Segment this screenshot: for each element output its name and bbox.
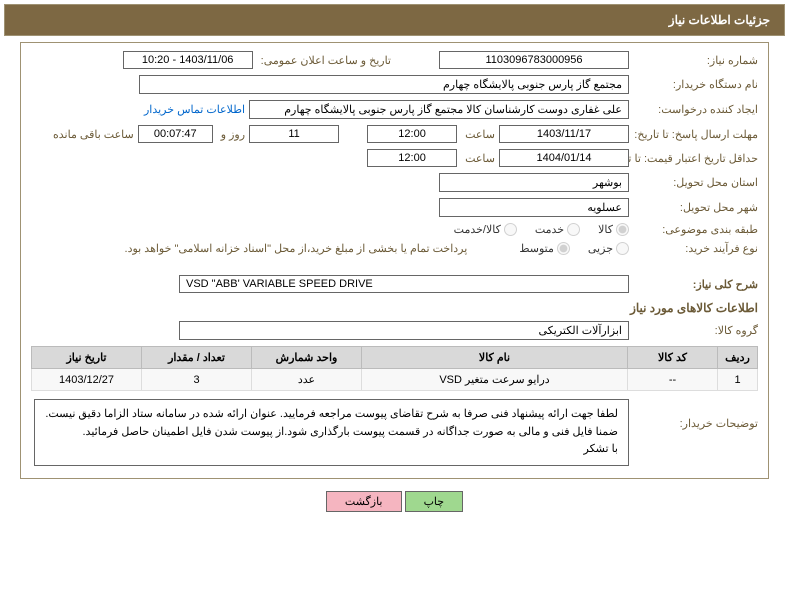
th-name: نام کالا <box>362 347 628 369</box>
th-code: کد کالا <box>628 347 718 369</box>
label-days-and: روز و <box>217 128 245 141</box>
field-deadline-time: 12:00 <box>367 125 457 143</box>
th-date: تاریخ نیاز <box>32 347 142 369</box>
field-group: ابزارآلات الکتریکی <box>179 321 629 340</box>
field-announce: 1403/11/06 - 10:20 <box>123 51 253 69</box>
section-items-title: اطلاعات کالاهای مورد نیاز <box>31 301 758 315</box>
field-countdown: 00:07:47 <box>138 125 213 143</box>
radio-small[interactable]: جزیی <box>588 242 629 255</box>
field-city: عسلویه <box>439 198 629 217</box>
main-panel: شماره نیاز: 1103096783000956 تاریخ و ساع… <box>20 42 769 479</box>
field-buyer-org: مجتمع گاز پارس جنوبی پالایشگاه چهارم <box>139 75 629 94</box>
radio-medium[interactable]: متوسط <box>519 242 570 255</box>
cell-row: 1 <box>718 369 758 391</box>
field-valid-time: 12:00 <box>367 149 457 167</box>
label-hour-1: ساعت <box>461 128 495 141</box>
cell-unit: عدد <box>252 369 362 391</box>
label-category: طبقه بندی موضوعی: <box>633 223 758 236</box>
field-valid-date: 1404/01/14 <box>499 149 629 167</box>
label-requester: ایجاد کننده درخواست: <box>633 103 758 116</box>
payment-note: پرداخت تمام یا بخشی از مبلغ خرید،از محل … <box>125 242 468 255</box>
print-button[interactable]: چاپ <box>405 491 464 512</box>
field-need-no: 1103096783000956 <box>439 51 629 69</box>
cell-name: درایو سرعت متغیر VSD <box>362 369 628 391</box>
radio-service[interactable]: خدمت <box>535 223 580 236</box>
label-buyer-org: نام دستگاه خریدار: <box>633 78 758 91</box>
field-province: بوشهر <box>439 173 629 192</box>
table-row: 1 -- درایو سرعت متغیر VSD عدد 3 1403/12/… <box>32 369 758 391</box>
label-need-desc: شرح کلی نیاز: <box>633 278 758 291</box>
label-group: گروه کالا: <box>633 324 758 337</box>
radio-goods[interactable]: کالا <box>598 223 629 236</box>
label-hour-2: ساعت <box>461 152 495 165</box>
label-deadline: مهلت ارسال پاسخ: تا تاریخ: <box>633 128 758 141</box>
field-need-desc: VSD "ABB' VARIABLE SPEED DRIVE <box>179 275 629 293</box>
th-qty: تعداد / مقدار <box>142 347 252 369</box>
label-process: نوع فرآیند خرید: <box>633 242 758 255</box>
radio-goods-service[interactable]: کالا/خدمت <box>454 223 517 236</box>
label-city: شهر محل تحویل: <box>633 201 758 214</box>
cell-code: -- <box>628 369 718 391</box>
button-bar: چاپ بازگشت <box>0 483 789 516</box>
field-days: 11 <box>249 125 339 143</box>
cell-date: 1403/12/27 <box>32 369 142 391</box>
label-validity: حداقل تاریخ اعتبار قیمت: تا تاریخ: <box>633 152 758 165</box>
th-row: ردیف <box>718 347 758 369</box>
back-button[interactable]: بازگشت <box>326 491 402 512</box>
field-requester: علی غفاری دوست کارشناسان کالا مجتمع گاز … <box>249 100 629 119</box>
label-need-no: شماره نیاز: <box>633 54 758 67</box>
cell-qty: 3 <box>142 369 252 391</box>
label-buyer-notes: توضیحات خریدار: <box>633 399 758 430</box>
link-buyer-contact[interactable]: اطلاعات تماس خریدار <box>144 103 245 116</box>
label-province: استان محل تحویل: <box>633 176 758 189</box>
label-announce: تاریخ و ساعت اعلان عمومی: <box>257 54 391 67</box>
panel-header: جزئیات اطلاعات نیاز <box>4 4 785 36</box>
th-unit: واحد شمارش <box>252 347 362 369</box>
field-deadline-date: 1403/11/17 <box>499 125 629 143</box>
items-table: ردیف کد کالا نام کالا واحد شمارش تعداد /… <box>31 346 758 391</box>
field-buyer-notes: لطفا جهت ارائه پیشنهاد فنی صرفا به شرح ت… <box>34 399 629 466</box>
label-time-left: ساعت باقی مانده <box>49 128 134 141</box>
